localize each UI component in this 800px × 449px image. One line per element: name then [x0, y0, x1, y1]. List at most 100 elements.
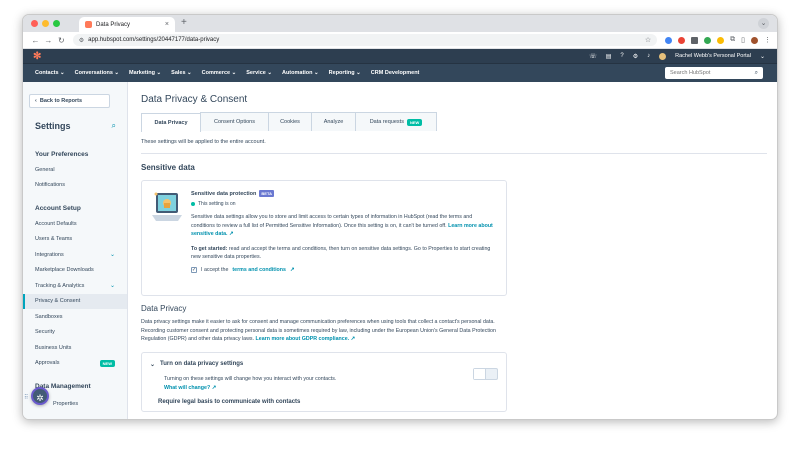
external-link-icon: ↗	[211, 384, 217, 391]
external-link-icon: ↗	[229, 231, 234, 237]
maximize-window-button[interactable]	[53, 20, 60, 27]
nav-sales[interactable]: Sales ⌄	[171, 70, 192, 76]
sidebar-item-general[interactable]: General	[23, 162, 127, 178]
global-search-input[interactable]	[670, 70, 750, 76]
url-text[interactable]: app.hubspot.com/settings/20447177/data-p…	[88, 37, 645, 43]
tab-analyze[interactable]: Analyze	[311, 112, 356, 131]
sidebar-item-business-units[interactable]: Business Units	[23, 340, 127, 356]
extension-icon[interactable]	[717, 36, 725, 44]
address-bar[interactable]: ⚙ app.hubspot.com/settings/20447177/data…	[72, 34, 658, 46]
sidebar-item-account-defaults[interactable]: Account Defaults	[23, 216, 127, 232]
back-arrow-icon[interactable]: ←	[29, 36, 42, 45]
settings-sidebar: ‹ Back to Reports Settings ⌕ Your Prefer…	[23, 82, 128, 419]
window-controls	[31, 20, 60, 27]
tab-data-privacy[interactable]: Data Privacy	[141, 113, 201, 132]
search-icon[interactable]: ⌕	[755, 70, 758, 77]
learn-more-gdpr-link[interactable]: Learn more about GDPR compliance.	[256, 336, 350, 342]
more-menu-icon[interactable]: ⋮	[764, 36, 771, 44]
what-will-change-link[interactable]: What will change?	[164, 385, 210, 391]
nav-marketing[interactable]: Marketing ⌄	[129, 70, 161, 76]
data-privacy-heading: Data Privacy	[141, 304, 187, 313]
external-link-icon: ↗	[350, 336, 356, 342]
sensitive-data-heading: Sensitive data	[141, 163, 195, 172]
hubspot-topbar: ✻ ☏ ▤ ? ⚙ ♪ Rachel Webb's Personal Porta…	[23, 49, 777, 63]
main-area: ‹ Back to Reports Settings ⌕ Your Prefer…	[23, 82, 777, 419]
laptop-lock-illustration-icon	[152, 192, 182, 221]
settings-gear-icon[interactable]: ⚙	[633, 53, 638, 60]
nav-automation[interactable]: Automation ⌄	[282, 70, 319, 76]
sidebar-item-sandboxes[interactable]: Sandboxes	[23, 309, 127, 325]
sidebar-item-properties[interactable]: Properties	[53, 401, 78, 407]
nav-crm-development[interactable]: CRM Development	[371, 70, 420, 76]
sidebar-item-integrations[interactable]: Integrations ⌄	[23, 247, 127, 263]
minimize-window-button[interactable]	[42, 20, 49, 27]
hubspot-logo-icon[interactable]: ✻	[33, 51, 41, 62]
portal-switcher[interactable]: Rachel Webb's Personal Portal	[675, 53, 751, 59]
global-search[interactable]: ⌕	[665, 67, 763, 79]
extension-icon[interactable]	[678, 36, 686, 44]
marketplace-icon[interactable]: ▤	[606, 53, 612, 60]
assistant-gear-button[interactable]: ✲	[31, 387, 49, 405]
hubspot-favicon-icon	[85, 21, 92, 28]
new-tab-plus-icon[interactable]: +	[181, 17, 187, 28]
chevron-down-icon[interactable]: ⌄	[760, 53, 765, 60]
nav-service[interactable]: Service ⌄	[246, 70, 272, 76]
sidepanel-icon[interactable]: ▯	[741, 36, 745, 44]
chevron-down-icon[interactable]: ⌄	[110, 282, 115, 289]
terms-conditions-link[interactable]: terms and conditions	[232, 267, 286, 273]
extension-icon[interactable]	[665, 36, 673, 44]
nav-conversations[interactable]: Conversations ⌄	[75, 70, 119, 76]
tab-data-requests[interactable]: Data requests NEW	[355, 112, 437, 131]
hubspot-main-nav: Contacts ⌄ Conversations ⌄ Marketing ⌄ S…	[23, 63, 777, 82]
profile-avatar-icon[interactable]	[751, 36, 759, 44]
sidebar-item-notifications[interactable]: Notifications	[23, 178, 127, 194]
sidebar-item-privacy-consent[interactable]: Privacy & Consent	[23, 293, 127, 309]
settings-title: Settings	[35, 121, 71, 131]
calling-icon[interactable]: ☏	[589, 53, 597, 60]
browser-tabbar: Data Privacy × + ⌄	[23, 15, 777, 32]
settings-header: Settings ⌕	[23, 121, 127, 131]
accept-terms-row[interactable]: ✓ I accept the terms and conditions ↗	[191, 266, 496, 273]
close-icon[interactable]: ×	[165, 21, 169, 28]
settings-tabs: Data Privacy Consent Options Cookies Ana…	[141, 112, 437, 132]
user-avatar[interactable]	[659, 52, 667, 60]
chevron-down-icon[interactable]: ⌄	[110, 251, 115, 258]
extension-icon[interactable]	[691, 36, 699, 44]
chevron-down-icon[interactable]: ⌄	[758, 18, 769, 29]
sensitive-data-card: Sensitive data protection BETA This sett…	[141, 180, 507, 296]
nav-reporting[interactable]: Reporting ⌄	[329, 70, 361, 76]
reload-icon[interactable]: ↻	[55, 36, 68, 45]
data-privacy-toggle[interactable]	[473, 367, 498, 380]
puzzle-extensions-icon[interactable]: ⧉	[730, 36, 735, 44]
back-to-reports-button[interactable]: ‹ Back to Reports	[29, 94, 110, 108]
sidebar-item-approvals[interactable]: Approvals NEW	[23, 356, 127, 372]
accept-terms-checkbox[interactable]: ✓	[191, 266, 197, 273]
close-window-button[interactable]	[31, 20, 38, 27]
sidebar-item-marketplace-downloads[interactable]: Marketplace Downloads	[23, 263, 127, 279]
extension-icon[interactable]	[704, 36, 712, 44]
chevron-down-icon[interactable]: ⌄	[150, 361, 155, 368]
status-row: This setting is on	[191, 201, 496, 207]
toggle-description: Turning on these settings will change ho…	[164, 375, 337, 382]
chevron-left-icon: ‹	[35, 98, 37, 104]
browser-tab-title: Data Privacy	[96, 21, 131, 28]
forward-arrow-icon[interactable]: →	[42, 36, 55, 45]
notifications-bell-icon[interactable]: ♪	[647, 53, 650, 59]
tab-consent-options[interactable]: Consent Options	[200, 112, 269, 131]
sidebar-item-users-teams[interactable]: Users & Teams	[23, 232, 127, 248]
browser-tab[interactable]: Data Privacy ×	[79, 17, 175, 32]
extensions-area: ⧉ ▯ ⋮	[665, 36, 771, 44]
drag-handle-icon[interactable]: ⠿	[24, 394, 29, 401]
toggle-section-header[interactable]: ⌄ Turn on data privacy settings	[150, 361, 506, 368]
sidebar-item-tracking-analytics[interactable]: Tracking & Analytics ⌄	[23, 278, 127, 294]
nav-commerce[interactable]: Commerce ⌄	[202, 70, 237, 76]
nav-contacts[interactable]: Contacts ⌄	[35, 70, 65, 76]
search-icon[interactable]: ⌕	[112, 121, 116, 131]
bookmark-star-icon[interactable]: ☆	[645, 36, 651, 44]
sidebar-item-security[interactable]: Security	[23, 325, 127, 341]
site-info-icon[interactable]: ⚙	[79, 37, 84, 44]
help-icon[interactable]: ?	[620, 53, 623, 59]
tab-cookies[interactable]: Cookies	[268, 112, 312, 131]
section-account-setup: Account Setup	[35, 205, 81, 212]
status-dot-icon	[191, 202, 195, 206]
